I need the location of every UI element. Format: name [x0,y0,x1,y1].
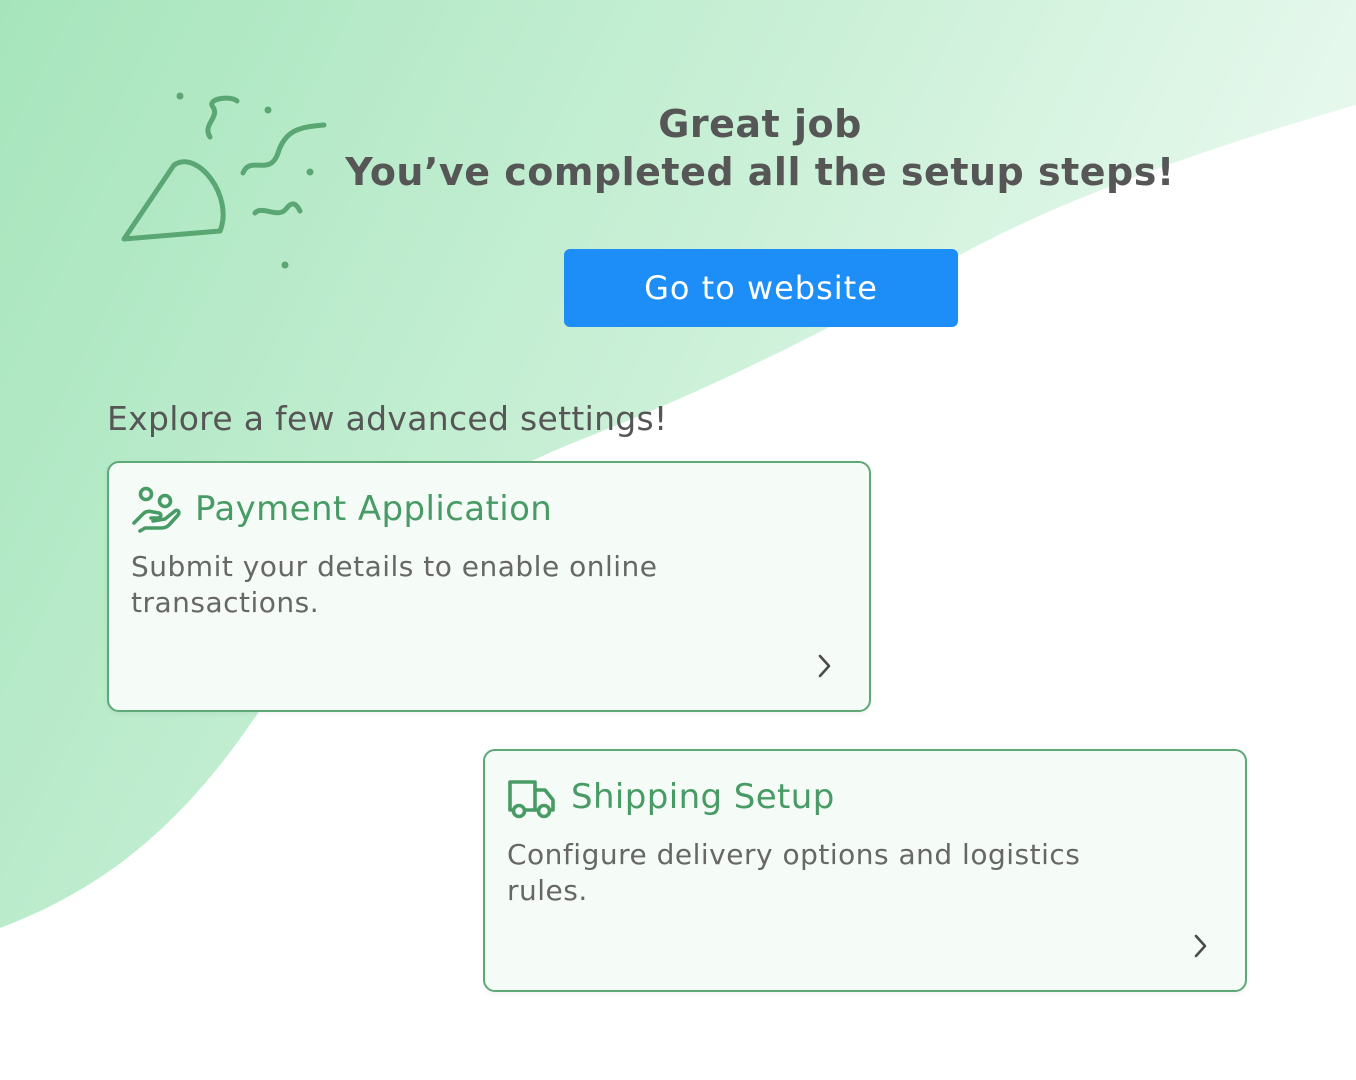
shipping-setup-description: Configure delivery options and logistics… [507,838,1081,907]
truck-icon [508,780,555,819]
completion-message: Great job You’ve completed all the setup… [300,100,1220,196]
hero-title-line1: Great job [658,102,862,146]
go-to-website-button[interactable]: Go to website [564,249,958,327]
payment-application-description: Submit your details to enable online tra… [131,550,658,619]
hero-title-line2: You’ve completed all the setup steps! [345,150,1175,194]
payment-application-card[interactable]: Payment Application Submit your details … [107,461,871,712]
advanced-settings-heading: Explore a few advanced settings! [107,399,668,438]
hand-coins-icon [132,486,181,533]
chevron-right-icon [818,654,831,678]
shipping-setup-card[interactable]: Shipping Setup Configure delivery option… [483,749,1247,992]
payment-application-title: Payment Application [195,489,553,529]
chevron-right-icon [1194,934,1207,958]
shipping-setup-title: Shipping Setup [571,777,835,817]
